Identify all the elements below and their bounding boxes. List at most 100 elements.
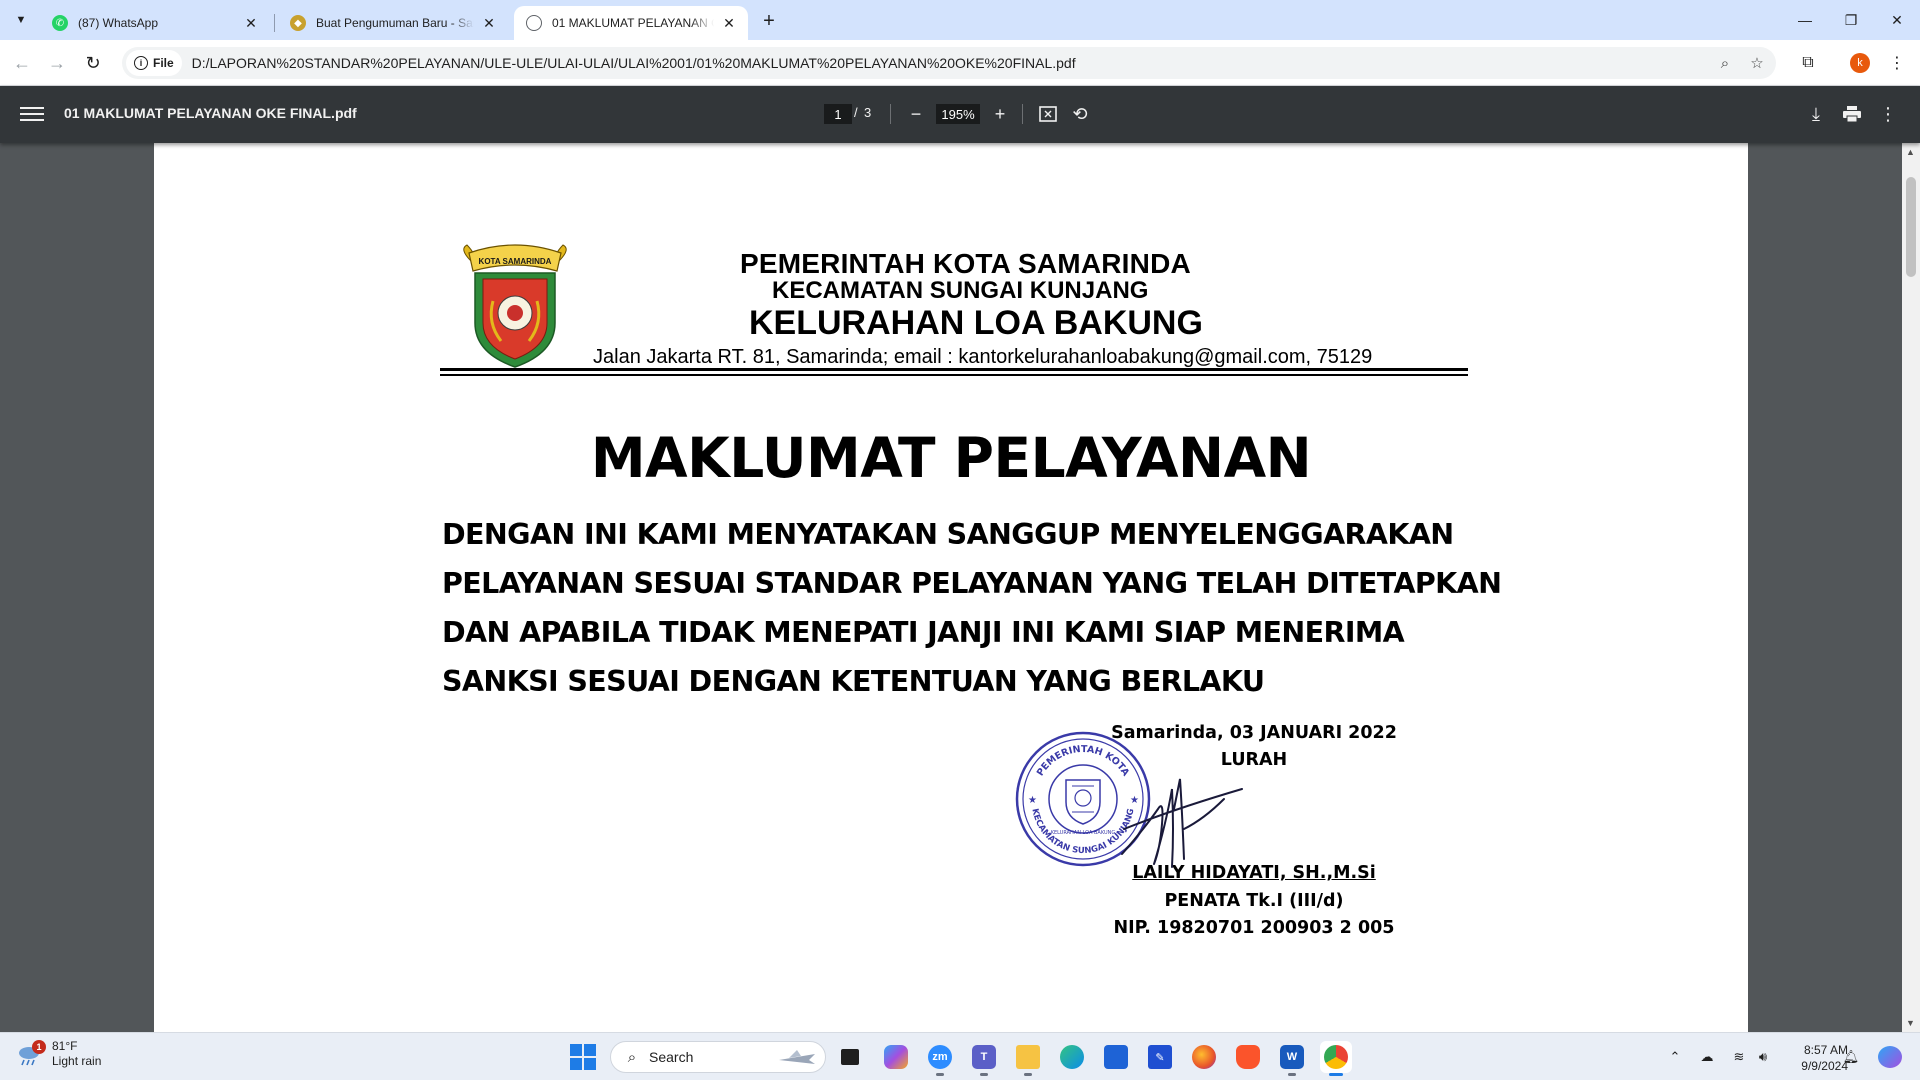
browser-toolbar: ← → ↻ i File D:/LAPORAN%20STANDAR%20PELA…: [0, 40, 1920, 86]
scroll-up-arrow-icon[interactable]: ▲: [1906, 147, 1915, 157]
minimize-icon[interactable]: —: [1782, 0, 1828, 40]
print-icon[interactable]: [1840, 102, 1864, 126]
weather-temp: 81°F: [52, 1039, 78, 1053]
zoom-app-icon[interactable]: zm: [924, 1041, 956, 1076]
taskbar-clock[interactable]: 8:57 AM 9/9/2024: [1776, 1042, 1848, 1074]
profile-avatar[interactable]: k: [1850, 53, 1870, 73]
tab-whatsapp[interactable]: ✆ (87) WhatsApp ✕: [40, 6, 270, 40]
close-icon[interactable]: ✕: [242, 14, 260, 32]
extensions-puzzle-icon[interactable]: ⧉: [1793, 48, 1823, 78]
weather-condition: Light rain: [52, 1054, 102, 1068]
new-tab-plus-icon[interactable]: +: [756, 8, 782, 34]
notification-bell-icon[interactable]: 🔔︎: [1842, 1048, 1860, 1066]
vertical-scrollbar[interactable]: ▲ ▼: [1902, 143, 1920, 1032]
word-app-icon[interactable]: W: [1276, 1041, 1308, 1076]
wifi-icon[interactable]: ≋: [1730, 1048, 1748, 1066]
chrome-app-icon[interactable]: [1320, 1041, 1352, 1076]
url-text[interactable]: D:/LAPORAN%20STANDAR%20PELAYANAN/ULE-ULE…: [192, 55, 1076, 71]
scrollbar-thumb[interactable]: [1906, 177, 1916, 277]
volume-icon[interactable]: 🔊︎: [1754, 1048, 1772, 1066]
svg-text:★: ★: [1028, 795, 1037, 806]
pdf-viewport[interactable]: KOTA SAMARINDA PEMERINTAH KOTA SAMARINDA…: [0, 143, 1920, 1032]
site-info-chip[interactable]: i File: [126, 50, 182, 76]
pen-app-icon[interactable]: ✎: [1144, 1041, 1176, 1073]
forward-arrow-icon[interactable]: →: [42, 48, 72, 78]
edge-browser-icon[interactable]: [1056, 1041, 1088, 1073]
onedrive-offline-icon[interactable]: ☁: [1698, 1048, 1716, 1066]
document-heading: MAKLUMAT PELAYANAN: [590, 426, 1312, 490]
pdf-page: KOTA SAMARINDA PEMERINTAH KOTA SAMARINDA…: [154, 143, 1748, 1032]
clock-date: 9/9/2024: [1801, 1059, 1848, 1073]
letterhead-rule: [440, 368, 1468, 371]
pdf-more-options-icon[interactable]: ⋮: [1876, 102, 1900, 126]
fit-page-icon[interactable]: [1036, 102, 1060, 126]
kebab-menu-icon[interactable]: ⋮: [1882, 48, 1912, 78]
handwritten-signature: [1121, 778, 1243, 868]
rain-cloud-icon: 1: [16, 1040, 46, 1066]
pdf-toolbar: 01 MAKLUMAT PELAYANAN OKE FINAL.pdf 1 / …: [0, 86, 1920, 143]
page-separator: /: [854, 105, 858, 120]
body-line: DAN APABILA TIDAK MENEPATI JANJI INI KAM…: [442, 616, 1405, 649]
copilot-tray-icon[interactable]: [1878, 1046, 1902, 1068]
document-body: DENGAN INI KAMI MENYATAKAN SANGGUP MENYE…: [442, 510, 1542, 706]
letterhead-village: KELURAHAN LOA BAKUNG: [749, 304, 1203, 342]
body-line: DENGAN INI KAMI MENYATAKAN SANGGUP MENYE…: [442, 518, 1454, 551]
task-view-icon[interactable]: [834, 1041, 866, 1073]
window-close-icon[interactable]: ✕: [1874, 0, 1920, 40]
weather-badge: 1: [32, 1040, 46, 1054]
zoom-out-minus-icon[interactable]: −: [904, 102, 928, 126]
close-icon[interactable]: ✕: [480, 14, 498, 32]
bookmark-star-icon[interactable]: ☆: [1748, 54, 1766, 72]
file-explorer-icon[interactable]: [1012, 1041, 1044, 1076]
tab-pdf-active[interactable]: 01 MAKLUMAT PELAYANAN OKE FINAL.pdf ✕: [514, 6, 748, 40]
zoom-level-input[interactable]: 195%: [936, 104, 980, 124]
rotate-icon[interactable]: ⟲: [1068, 102, 1092, 126]
firefox-icon[interactable]: [1188, 1041, 1220, 1073]
taskbar-search[interactable]: ⌕ Search: [610, 1041, 826, 1073]
tab-search-chevron-down-icon[interactable]: ▼: [8, 7, 34, 33]
back-arrow-icon[interactable]: ←: [7, 48, 37, 78]
address-bar[interactable]: i File D:/LAPORAN%20STANDAR%20PELAYANAN/…: [122, 47, 1776, 79]
clock-time: 8:57 AM: [1803, 1043, 1848, 1057]
body-line: SANKSI SESUAI DENGAN KETENTUAN YANG BERL…: [442, 665, 1265, 698]
hamburger-menu-icon[interactable]: [20, 102, 44, 126]
letterhead-district: KECAMATAN SUNGAI KUNJANG: [772, 277, 1149, 304]
weather-widget[interactable]: 1 81°F Light rain: [16, 1039, 101, 1069]
restore-icon[interactable]: ❐: [1828, 0, 1874, 40]
tab-divider: [274, 14, 275, 32]
search-highlight-plane-icon: [779, 1050, 815, 1064]
toolbar-divider: [1022, 104, 1023, 124]
close-icon[interactable]: ✕: [720, 14, 738, 32]
signature-nip: NIP. 19820701 200903 2 005: [1113, 918, 1395, 938]
stamp-inner-text: KELURAHAN LOA BAKUNG: [1051, 830, 1116, 836]
tab-title: (87) WhatsApp: [78, 16, 159, 30]
body-line: PELAYANAN SESUAI STANDAR PELAYANAN YANG …: [442, 567, 1502, 600]
zoom-in-plus-icon[interactable]: +: [988, 102, 1012, 126]
teams-app-icon[interactable]: T: [968, 1041, 1000, 1076]
scroll-down-arrow-icon[interactable]: ▼: [1906, 1018, 1915, 1028]
samarinda-crest-icon: ◆: [290, 15, 306, 31]
windows-start-icon[interactable]: [570, 1044, 596, 1070]
crest-label: KOTA SAMARINDA: [479, 257, 552, 266]
tab-buat-pengumuman[interactable]: ◆ Buat Pengumuman Baru - Samarinda ✕: [278, 6, 508, 40]
zoom-magnifier-icon[interactable]: ⌕: [1716, 54, 1734, 72]
search-icon: ⌕: [627, 1048, 637, 1066]
page-number-input[interactable]: 1: [824, 104, 852, 124]
copilot-icon[interactable]: [880, 1041, 912, 1073]
whatsapp-icon: ✆: [52, 15, 68, 31]
tab-strip: ▼ ✆ (87) WhatsApp ✕ ◆ Buat Pengumuman Ba…: [0, 0, 1920, 40]
tray-chevron-up-icon[interactable]: ⌃: [1666, 1048, 1684, 1066]
info-icon: i: [134, 56, 148, 70]
letterhead-address: Jalan Jakarta RT. 81, Samarinda; email :…: [593, 346, 1373, 368]
windows-taskbar: 1 81°F Light rain ⌕ Search zm T ✎ W ⌃ ☁ …: [0, 1032, 1920, 1080]
ms-store-icon[interactable]: [1100, 1041, 1132, 1073]
tab-title: Buat Pengumuman Baru - Samarinda: [316, 16, 474, 30]
letterhead-rule: [440, 374, 1468, 376]
download-icon[interactable]: ⤓: [1804, 102, 1828, 126]
search-label: Search: [649, 1049, 694, 1065]
tab-title: 01 MAKLUMAT PELAYANAN OKE FINAL.pdf: [552, 16, 714, 30]
reload-icon[interactable]: ↻: [78, 48, 108, 78]
page-total: 3: [864, 105, 872, 120]
letterhead-government: PEMERINTAH KOTA SAMARINDA: [740, 248, 1191, 279]
brave-browser-icon[interactable]: [1232, 1041, 1264, 1073]
